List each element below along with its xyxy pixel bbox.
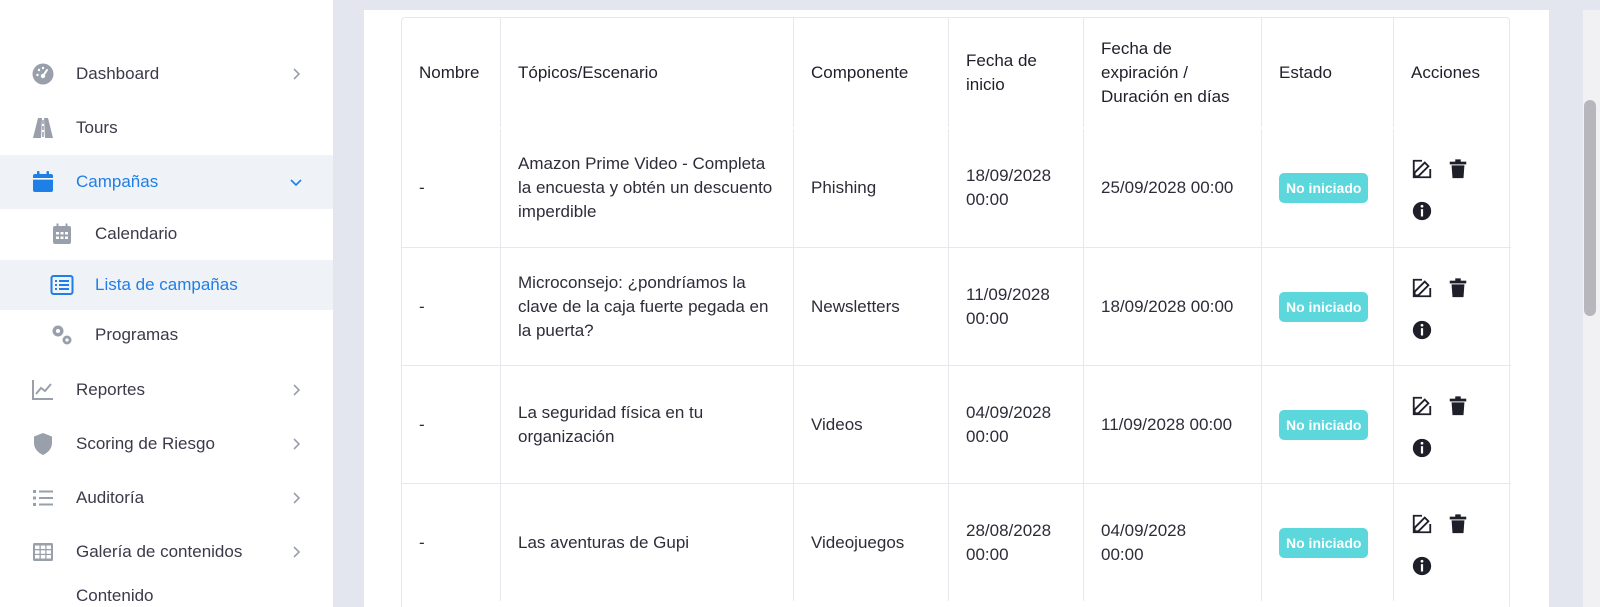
sidebar-subitem-lista-campanas[interactable]: Lista de campañas xyxy=(0,260,333,310)
cell-topico: La seguridad física en tu organización xyxy=(501,366,794,483)
sidebar-subitem-label: Lista de campañas xyxy=(95,275,238,294)
cell-acciones xyxy=(1394,248,1511,365)
sidebar-item-dashboard[interactable]: Dashboard xyxy=(0,47,333,101)
cell-componente: Videos xyxy=(794,366,949,483)
column-header-estado[interactable]: Estado xyxy=(1262,18,1394,127)
cell-fecha-inicio: 04/09/2028 00:00 xyxy=(949,366,1084,483)
column-header-acciones: Acciones xyxy=(1411,62,1480,82)
cell-estado: No iniciado xyxy=(1262,248,1394,365)
cell-nombre: - xyxy=(402,484,501,601)
sidebar-subitem-programas[interactable]: Programas xyxy=(0,310,333,360)
sidebar-subitem-label: Programas xyxy=(95,325,179,344)
cogs-icon xyxy=(52,325,72,345)
column-header-fecha-inicio[interactable]: Fecha de inicio xyxy=(949,18,1084,127)
trash-icon[interactable] xyxy=(1447,158,1469,180)
sidebar: Dashboard Tours Campañas Calendario List… xyxy=(0,0,333,607)
trash-icon[interactable] xyxy=(1447,277,1469,299)
cell-acciones xyxy=(1394,366,1511,483)
sidebar-item-campanas[interactable]: Campañas xyxy=(0,155,333,209)
chevron-down-icon xyxy=(290,179,302,187)
sidebar-item-label: Auditoría xyxy=(76,488,145,507)
list-icon xyxy=(33,490,53,506)
grid-icon xyxy=(33,543,53,561)
cell-estado: No iniciado xyxy=(1262,129,1394,247)
column-header-componente[interactable]: Componente xyxy=(794,18,949,127)
cell-fecha-inicio: 18/09/2028 00:00 xyxy=(949,129,1084,247)
sidebar-subitem-calendario[interactable]: Calendario xyxy=(0,209,333,259)
scrollbar-thumb[interactable] xyxy=(1584,100,1596,316)
sidebar-item-label: Tours xyxy=(76,118,118,137)
cell-topico: Amazon Prime Video - Completa la encuest… xyxy=(501,129,794,247)
calendar-grid-icon xyxy=(53,223,71,244)
cell-acciones xyxy=(1394,484,1511,601)
calendar-icon xyxy=(33,171,53,192)
chevron-right-icon xyxy=(293,438,301,450)
chevron-right-icon xyxy=(293,384,301,396)
sidebar-item-label: Reportes xyxy=(76,380,145,399)
table-header-row: Nombre Tópicos/Escenario Componente Fech… xyxy=(402,18,1511,127)
edit-icon[interactable] xyxy=(1411,158,1433,180)
status-badge: No iniciado xyxy=(1279,527,1369,558)
cell-fecha-expiracion: 04/09/2028 00:00 xyxy=(1084,484,1262,601)
edit-icon[interactable] xyxy=(1411,395,1433,417)
cell-fecha-expiracion: 25/09/2028 00:00 xyxy=(1084,129,1262,247)
cell-fecha-inicio: 28/08/2028 00:00 xyxy=(949,484,1084,601)
sidebar-item-label: Contenido xyxy=(76,586,154,605)
chevron-right-icon xyxy=(293,68,301,80)
table-row: - Las aventuras de Gupi Videojuegos 28/0… xyxy=(402,483,1511,601)
cell-topico: Microconsejo: ¿pondríamos la clave de la… xyxy=(501,248,794,365)
cell-fecha-expiracion: 18/09/2028 00:00 xyxy=(1084,248,1262,365)
cell-nombre: - xyxy=(402,248,501,365)
sidebar-item-label: Campañas xyxy=(76,172,159,191)
table-row: - Amazon Prime Video - Completa la encue… xyxy=(402,129,1511,247)
shield-icon xyxy=(34,433,52,455)
cell-nombre: - xyxy=(402,129,501,247)
sidebar-item-scoring[interactable]: Scoring de Riesgo xyxy=(0,417,333,471)
trash-icon[interactable] xyxy=(1447,395,1469,417)
sidebar-item-tours[interactable]: Tours xyxy=(0,101,333,155)
edit-icon[interactable] xyxy=(1411,513,1433,535)
edit-icon[interactable] xyxy=(1411,277,1433,299)
info-icon[interactable] xyxy=(1411,200,1433,222)
cell-componente: Phishing xyxy=(794,129,949,247)
sidebar-item-label: Dashboard xyxy=(76,64,160,83)
info-icon[interactable] xyxy=(1411,555,1433,577)
column-header-nombre[interactable]: Nombre xyxy=(402,18,501,127)
cell-componente: Newsletters xyxy=(794,248,949,365)
cell-componente: Videojuegos xyxy=(794,484,949,601)
column-header-fecha-expiracion[interactable]: Fecha de expiración / Duración en días xyxy=(1084,18,1262,127)
info-icon[interactable] xyxy=(1411,319,1433,341)
road-icon xyxy=(33,118,53,138)
cell-estado: No iniciado xyxy=(1262,366,1394,483)
campaign-list-card: Nombre Tópicos/Escenario Componente Fech… xyxy=(364,10,1549,607)
cell-acciones xyxy=(1394,129,1511,247)
sidebar-item-reportes[interactable]: Reportes xyxy=(0,363,333,417)
status-badge: No iniciado xyxy=(1279,291,1369,322)
table-row: - Microconsejo: ¿pondríamos la clave de … xyxy=(402,247,1511,365)
sidebar-subitem-label: Calendario xyxy=(95,224,178,243)
sidebar-item-contenido[interactable]: Contenido xyxy=(0,580,333,607)
cell-fecha-expiracion: 11/09/2028 00:00 xyxy=(1084,366,1262,483)
sidebar-item-label: Scoring de Riesgo xyxy=(76,434,215,453)
sidebar-item-label: Galería de contenidos xyxy=(76,542,243,561)
sidebar-item-galeria[interactable]: Galería de contenidos xyxy=(0,525,333,579)
trash-icon[interactable] xyxy=(1447,513,1469,535)
cell-estado: No iniciado xyxy=(1262,484,1394,601)
gauge-icon xyxy=(32,63,54,85)
status-badge: No iniciado xyxy=(1279,409,1369,440)
chevron-right-icon xyxy=(293,546,301,558)
status-badge: No iniciado xyxy=(1279,173,1369,203)
chevron-right-icon xyxy=(293,492,301,504)
list-alt-icon xyxy=(50,275,74,295)
sidebar-item-auditoria[interactable]: Auditoría xyxy=(0,471,333,525)
cell-nombre: - xyxy=(402,366,501,483)
chart-line-icon xyxy=(32,380,53,400)
info-icon[interactable] xyxy=(1411,437,1433,459)
cell-topico: Las aventuras de Gupi xyxy=(501,484,794,601)
table-row: - La seguridad física en tu organización… xyxy=(402,365,1511,483)
column-header-topicos[interactable]: Tópicos/Escenario xyxy=(501,18,794,127)
cell-fecha-inicio: 11/09/2028 00:00 xyxy=(949,248,1084,365)
campaign-table: Nombre Tópicos/Escenario Componente Fech… xyxy=(401,17,1511,607)
